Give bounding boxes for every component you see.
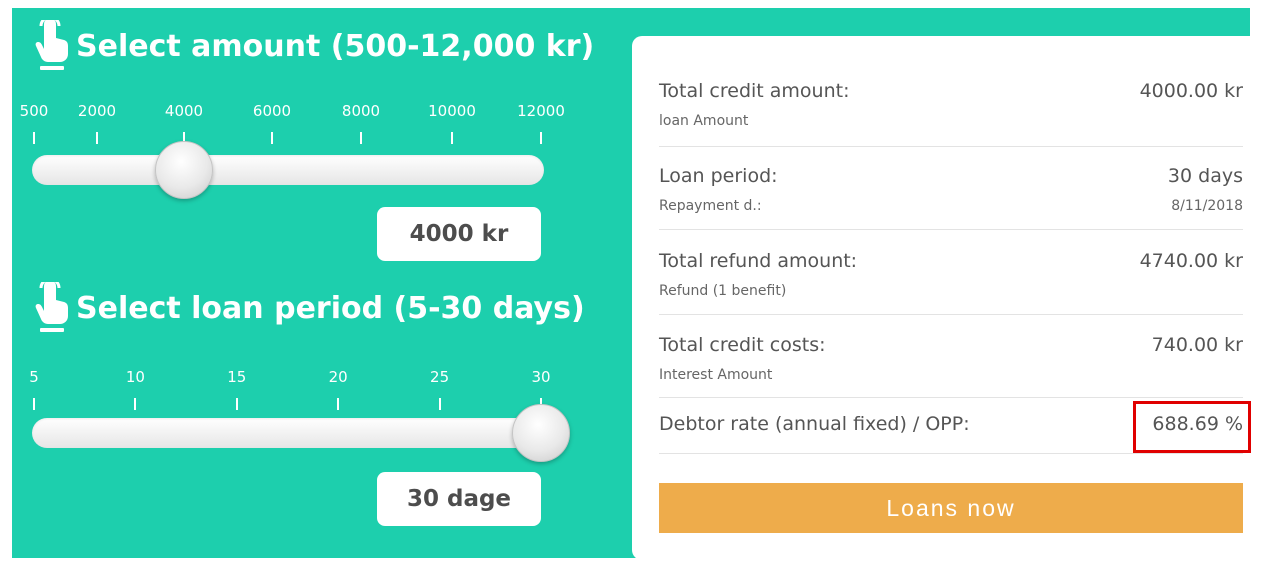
summary-row: Debtor rate (annual fixed) / OPP: 688.69 … xyxy=(659,401,1251,454)
amount-tick-label: 2000 xyxy=(77,102,117,120)
summary-row-label: Total credit costs: xyxy=(659,334,826,356)
period-slider-thumb[interactable] xyxy=(512,404,570,462)
highlight-box xyxy=(1133,401,1251,453)
tap-hand-icon xyxy=(30,20,70,72)
summary-row-label: Total credit amount: xyxy=(659,80,850,102)
amount-slider-thumb[interactable] xyxy=(155,141,213,199)
amount-slider-track[interactable] xyxy=(32,155,544,185)
period-title-text: Select loan period (5-30 days) xyxy=(76,290,585,326)
period-tick-mark xyxy=(33,398,35,410)
amount-tick-mark xyxy=(96,132,98,144)
loans-now-button[interactable]: Loans now xyxy=(659,483,1243,533)
amount-value-display: 4000 kr xyxy=(377,207,541,261)
amount-tick-label: 6000 xyxy=(252,102,292,120)
tap-hand-icon xyxy=(30,282,70,334)
period-tick-mark xyxy=(134,398,137,410)
amount-tick-mark xyxy=(360,132,362,144)
period-tick-label: 5 xyxy=(29,368,39,386)
period-tick-label: 15 xyxy=(227,368,247,386)
summary-row-sublabel: Repayment d.: xyxy=(659,198,762,214)
summary-row: Total refund amount: 4740.00 kr Refund (1 … xyxy=(659,250,1243,315)
amount-tick-mark xyxy=(271,132,273,144)
period-tick-label: 20 xyxy=(328,368,348,386)
summary-row-subvalue: 8/11/2018 xyxy=(1171,198,1243,214)
amount-tick-label: 4000 xyxy=(164,102,204,120)
summary-row: Total credit costs: 740.00 kr Interest Amo… xyxy=(659,334,1243,398)
summary-row-label: Loan period: xyxy=(659,165,778,187)
period-tick-label: 30 xyxy=(531,368,551,386)
period-tick-mark xyxy=(235,398,238,410)
amount-section-title: Select amount (500-12,000 kr) xyxy=(30,20,594,72)
summary-row-value: 4000.00 kr xyxy=(1139,80,1243,102)
summary-row-value: 740.00 kr xyxy=(1151,334,1243,356)
period-tick-mark xyxy=(438,398,441,410)
amount-tick-mark xyxy=(451,132,453,144)
period-tick-mark xyxy=(337,398,340,410)
summary-row-sublabel: loan Amount xyxy=(659,113,749,129)
period-tick-scale: 5 10 15 20 25 30 xyxy=(0,368,551,418)
summary-row-value: 4740.00 kr xyxy=(1139,250,1243,272)
amount-tick-label: 10000 xyxy=(428,102,476,120)
period-section-title: Select loan period (5-30 days) xyxy=(30,282,585,334)
summary-row-label: Total refund amount: xyxy=(659,250,858,272)
amount-title-text: Select amount (500-12,000 kr) xyxy=(76,28,595,64)
summary-row-value: 30 days xyxy=(1167,165,1243,187)
summary-row-sublabel: Refund (1 benefit) xyxy=(659,283,787,299)
amount-tick-label: 12000 xyxy=(517,102,565,120)
amount-tick-scale: 500 2000 4000 6000 8000 10000 12000 xyxy=(0,102,565,152)
amount-tick-mark xyxy=(540,132,542,144)
summary-row-label: Debtor rate (annual fixed) / OPP: xyxy=(659,413,970,435)
summary-row: Loan period: 30 days Repayment d.: 8/11/201… xyxy=(659,165,1243,230)
period-value-display: 30 dage xyxy=(377,472,541,526)
amount-tick-label: 8000 xyxy=(341,102,381,120)
summary-row: Total credit amount: 4000.00 kr loan Amoun… xyxy=(659,80,1243,147)
period-slider-track[interactable] xyxy=(32,418,544,448)
summary-row-sublabel: Interest Amount xyxy=(659,367,773,383)
amount-tick-mark xyxy=(33,132,35,144)
amount-tick-label: 500 xyxy=(19,102,49,120)
period-tick-label: 25 xyxy=(430,368,450,386)
period-tick-label: 10 xyxy=(125,368,145,386)
